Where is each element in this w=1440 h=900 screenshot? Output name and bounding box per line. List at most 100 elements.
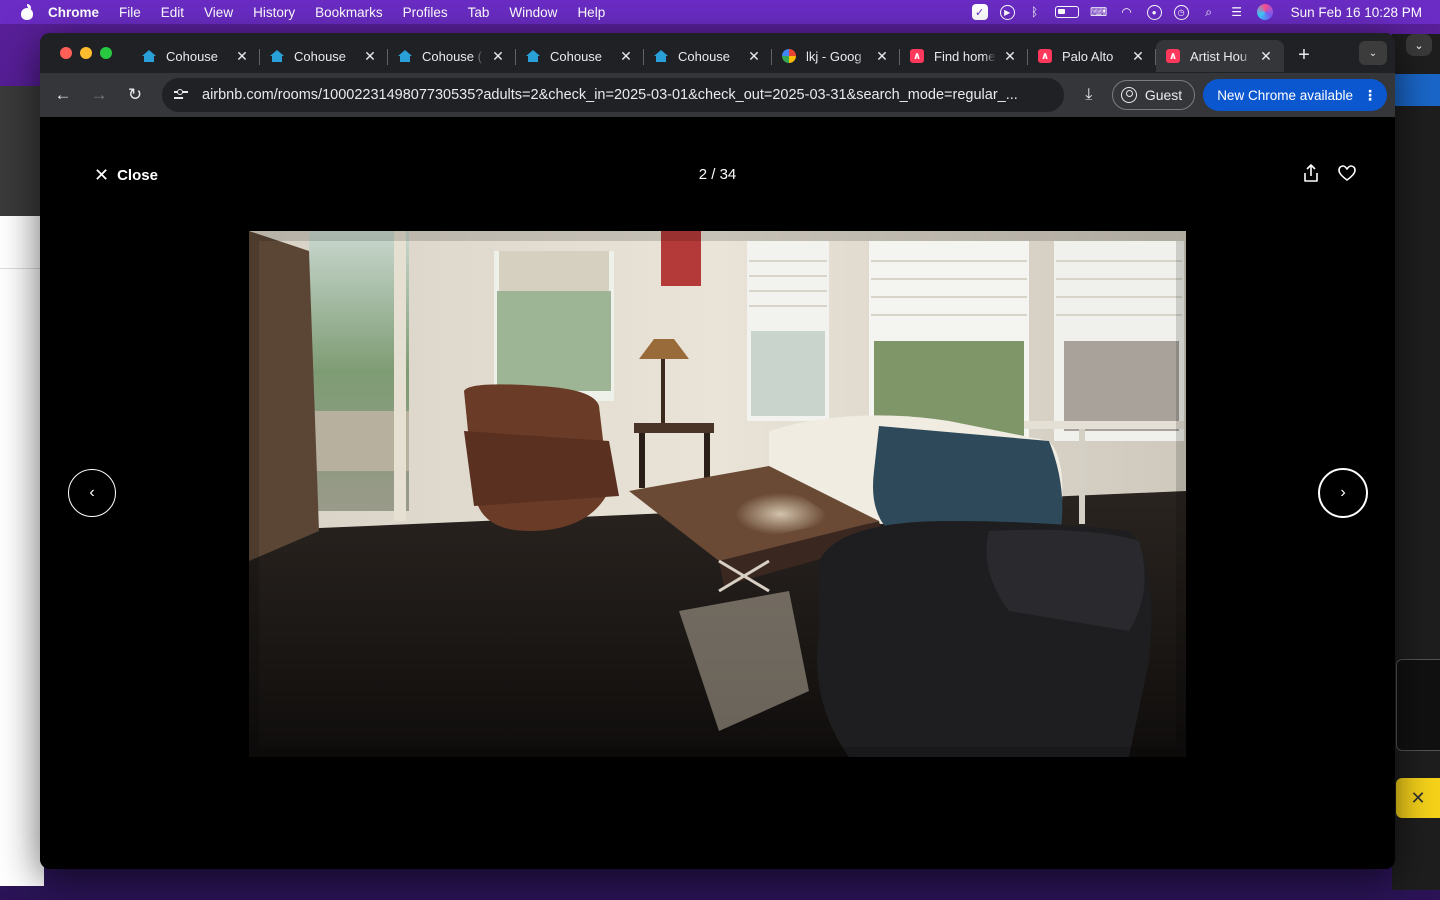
new-chrome-available-button[interactable]: New Chrome available ⋮ [1203,79,1387,111]
tab-cohouse-5[interactable]: Cohouse ✕ [644,40,772,72]
spotlight-search-icon[interactable]: ⌕ [1201,4,1217,20]
tab-close-icon[interactable]: ✕ [746,48,762,65]
window-zoom-button[interactable] [100,47,112,59]
menu-view[interactable]: View [204,5,233,20]
menu-history[interactable]: History [253,5,295,20]
siri-icon[interactable] [1256,4,1273,20]
menu-tab[interactable]: Tab [468,5,490,20]
guest-profile-button[interactable]: Guest [1111,80,1196,110]
tab-close-icon[interactable]: ✕ [874,48,890,65]
tab-cohouse-4[interactable]: Cohouse ✕ [516,40,644,72]
photo-viewer: ✕ Close 2 / 34 ‹ › [40,117,1395,869]
play-icon[interactable]: ▶ [999,4,1015,20]
address-bar[interactable]: airbnb.com/rooms/1000223149807730535?adu… [162,78,1064,112]
tab-title: lkj - Goog [806,48,862,64]
guest-label: Guest [1144,87,1183,103]
browser-toolbar: ← → ↻ airbnb.com/rooms/10002231498077305… [40,73,1395,117]
photo-counter: 2 / 34 [698,166,737,183]
tab-search-chevron-icon[interactable]: ⌄ [1359,41,1387,65]
share-icon[interactable] [1302,163,1320,183]
chevron-left-icon: ‹ [89,484,95,501]
tab-title: Cohouse [166,48,219,64]
tab-title: Palo Alto [1062,48,1114,64]
tab-close-icon[interactable]: ✕ [362,48,378,65]
checkmark-app-icon[interactable]: ✓ [971,4,988,20]
airbnb-icon: ∧ [1166,49,1180,63]
background-window-left [0,86,44,886]
heart-icon[interactable] [1337,163,1357,183]
tab-airbnb-find[interactable]: ∧ Find home ✕ [900,40,1028,72]
tab-title: Cohouse [678,48,731,64]
previous-photo-button[interactable]: ‹ [68,469,116,517]
forward-arrow-icon[interactable]: → [84,80,114,110]
listing-photo-living-room [249,231,1186,757]
tab-close-icon[interactable]: ✕ [1130,48,1146,65]
house-icon [398,49,412,63]
background-window-left-header [0,86,44,216]
window-close-button[interactable] [60,47,72,59]
airbnb-icon: ∧ [910,49,924,63]
house-icon [526,49,540,63]
tab-title: Cohouse [550,48,603,64]
macos-menubar: Chrome File Edit View History Bookmarks … [0,0,1440,24]
status-area: ✓ ▶ ᛒ ⌨ ◠ ● ◷ ⌕ ☰ Sun Feb 16 10:28 PM [971,4,1430,20]
chrome-window: Cohouse ✕ Cohouse ✕ Cohouse ( ✕ Cohouse … [40,33,1395,869]
background-window-right: ⌄ ✕ [1392,34,1440,890]
bluetooth-icon[interactable]: ᛒ [1027,4,1043,20]
tab-close-icon[interactable]: ✕ [234,48,250,65]
background-divider [0,268,44,269]
window-controls [60,47,112,59]
more-vert-icon[interactable]: ⋮ [1363,87,1377,104]
google-icon [782,49,796,63]
menu-file[interactable]: File [119,5,141,20]
menu-edit[interactable]: Edit [161,5,184,20]
house-icon [270,49,284,63]
tab-close-icon[interactable]: ✕ [490,48,506,65]
tab-title: Cohouse ( [422,48,482,64]
menubar-clock[interactable]: Sun Feb 16 10:28 PM [1291,5,1422,20]
tab-close-icon[interactable]: ✕ [618,48,634,65]
avatar-icon [1120,87,1137,103]
site-settings-icon[interactable] [174,87,190,103]
update-label: New Chrome available [1217,87,1353,103]
menu-bookmarks[interactable]: Bookmarks [315,5,383,20]
tab-cohouse-1[interactable]: Cohouse ✕ [132,40,260,72]
tab-title: Cohouse [294,48,347,64]
house-icon [142,49,156,63]
next-photo-button[interactable]: › [1318,468,1368,518]
new-tab-plus-icon[interactable]: + [1288,39,1320,71]
back-arrow-icon[interactable]: ← [48,80,78,110]
tab-title: Find home [934,48,996,64]
chevron-right-icon: › [1340,484,1346,501]
tab-cohouse-2[interactable]: Cohouse ✕ [260,40,388,72]
menu-window[interactable]: Window [509,5,557,20]
menu-help[interactable]: Help [577,5,605,20]
battery-icon[interactable] [1054,6,1079,18]
address-bar-url[interactable]: airbnb.com/rooms/1000223149807730535?adu… [202,87,1018,103]
tab-strip: Cohouse ✕ Cohouse ✕ Cohouse ( ✕ Cohouse … [40,33,1395,73]
download-icon[interactable]: ⤓ [1074,80,1104,110]
control-center-icon[interactable]: ☰ [1229,4,1245,20]
background-blue-bar [1392,74,1440,106]
keyboard-icon[interactable]: ⌨ [1090,4,1107,20]
apple-icon[interactable] [20,4,34,20]
tab-close-icon[interactable]: ✕ [1258,48,1274,65]
tab-airbnb-artist-house[interactable]: ∧ Artist Hou ✕ [1156,40,1284,72]
close-icon[interactable]: ✕ [1396,778,1440,818]
tab-title: Artist Hou [1190,48,1248,64]
tab-close-icon[interactable]: ✕ [1002,48,1018,65]
menu-profiles[interactable]: Profiles [403,5,448,20]
reload-icon[interactable]: ↻ [120,80,150,110]
time-machine-icon[interactable]: ◷ [1173,4,1189,20]
tab-cohouse-3[interactable]: Cohouse ( ✕ [388,40,516,72]
window-minimize-button[interactable] [80,47,92,59]
tab-google[interactable]: lkj - Goog ✕ [772,40,900,72]
chevron-down-icon[interactable]: ⌄ [1406,34,1432,56]
house-icon [654,49,668,63]
user-icon[interactable]: ● [1146,4,1162,20]
wifi-icon[interactable]: ◠ [1119,4,1135,20]
background-panel [1396,659,1440,751]
menu-app-chrome[interactable]: Chrome [48,5,99,20]
tab-airbnb-palo-alto[interactable]: ∧ Palo Alto ✕ [1028,40,1156,72]
airbnb-icon: ∧ [1038,49,1052,63]
